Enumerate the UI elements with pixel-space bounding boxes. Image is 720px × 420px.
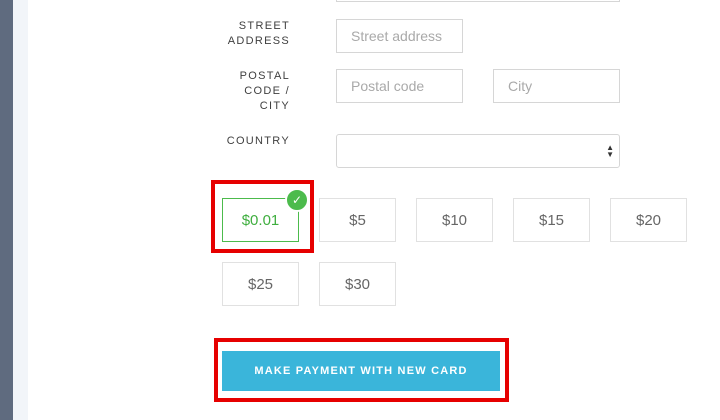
street-address-label: STREET ADDRESS bbox=[227, 20, 290, 47]
previous-field[interactable] bbox=[336, 0, 620, 2]
city-placeholder: City bbox=[508, 78, 533, 94]
page-gutter bbox=[13, 0, 28, 420]
postal-code-city-label: POSTAL CODE / CITY bbox=[239, 70, 290, 112]
make-payment-button[interactable]: MAKE PAYMENT WITH NEW CARD bbox=[222, 351, 500, 391]
street-address-placeholder: Street address bbox=[351, 28, 443, 44]
country-label: COUNTRY bbox=[226, 135, 290, 147]
sort-arrows-icon: ▲ ▼ bbox=[606, 143, 614, 159]
amount-option-10[interactable]: $10 bbox=[416, 198, 493, 242]
amount-option-label: $30 bbox=[344, 275, 371, 293]
amount-option-25[interactable]: $25 bbox=[222, 262, 299, 306]
amount-option-label: $25 bbox=[247, 275, 274, 293]
amount-option-label: $5 bbox=[349, 211, 366, 229]
payment-form-view: STREET ADDRESS Street address POSTAL COD… bbox=[0, 0, 720, 420]
sidebar-edge bbox=[0, 0, 13, 420]
amount-option-15[interactable]: $15 bbox=[513, 198, 590, 242]
make-payment-button-label: MAKE PAYMENT WITH NEW CARD bbox=[254, 365, 468, 377]
amount-option-30[interactable]: $30 bbox=[319, 262, 396, 306]
amount-option-5[interactable]: $5 bbox=[319, 198, 396, 242]
postal-code-input[interactable]: Postal code bbox=[336, 69, 463, 103]
check-icon: ✓ bbox=[285, 188, 309, 212]
city-input[interactable]: City bbox=[493, 69, 620, 103]
amount-option-label: $20 bbox=[635, 211, 662, 229]
amount-option-label: $0.01 bbox=[241, 211, 280, 229]
country-select[interactable]: ▲ ▼ bbox=[336, 134, 620, 168]
amount-option-label: $10 bbox=[441, 211, 468, 229]
street-address-input[interactable]: Street address bbox=[336, 19, 463, 53]
amount-option-label: $15 bbox=[538, 211, 565, 229]
postal-code-placeholder: Postal code bbox=[351, 78, 425, 94]
amount-option-20[interactable]: $20 bbox=[610, 198, 687, 242]
